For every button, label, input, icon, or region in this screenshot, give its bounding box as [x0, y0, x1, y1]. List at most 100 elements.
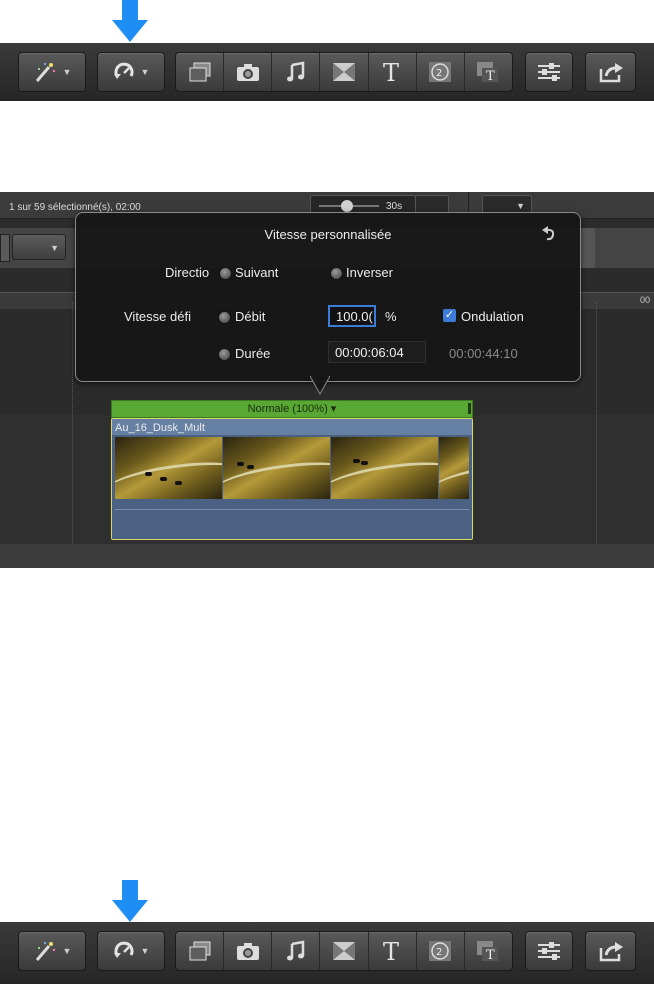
chevron-down-icon: ▼	[140, 67, 150, 77]
music-note-icon	[286, 940, 305, 961]
pointer-arrow-icon	[112, 0, 148, 42]
transitions-icon	[332, 63, 355, 81]
total-duration: 00:00:44:10	[449, 346, 518, 361]
popover-title: Vitesse personnalisée	[264, 227, 392, 242]
retime-button[interactable]: ▼	[97, 931, 165, 971]
pointer-arrow-icon	[112, 880, 148, 922]
clip-name: Au_16_Dusk_Mult	[115, 422, 205, 434]
svg-text:2: 2	[436, 947, 442, 958]
transitions-button[interactable]	[320, 53, 369, 91]
music-button[interactable]	[272, 932, 321, 970]
share-button[interactable]	[585, 931, 636, 971]
media-browser-group: T 2 T	[175, 931, 513, 971]
rate-field[interactable]: 100.0(	[328, 305, 376, 327]
forward-radio[interactable]	[219, 267, 232, 280]
photo-browser-icon	[189, 941, 211, 961]
camera-button[interactable]	[224, 932, 273, 970]
camera-button[interactable]	[224, 53, 273, 91]
svg-text:T: T	[383, 60, 399, 84]
retime-speedometer-icon	[113, 62, 134, 79]
duration-radio[interactable]	[218, 348, 231, 361]
clip-audio-line	[115, 509, 469, 510]
inspector-button[interactable]	[525, 52, 573, 92]
zoom-knob[interactable]	[341, 200, 353, 212]
duration-field[interactable]: 00:00:06:04	[328, 341, 426, 363]
speed-bar[interactable]: Normale (100%) ▾	[111, 400, 473, 418]
share-icon	[599, 942, 623, 962]
ripple-label: Ondulation	[461, 309, 524, 324]
speed-label: Vitesse défi	[124, 309, 191, 324]
text-title-icon: T	[383, 60, 399, 84]
enhancements-button[interactable]: ▼	[18, 52, 86, 92]
generators-button[interactable]: 2	[417, 932, 465, 970]
custom-speed-popover: Vitesse personnalisée Directio Suivant I…	[75, 212, 581, 382]
ripple-checkbox[interactable]: ✓	[443, 309, 456, 322]
append-button[interactable]: ▼	[12, 234, 66, 260]
photo-browser-icon	[189, 62, 211, 82]
theme-icon: T	[477, 941, 499, 962]
storyline-guide	[596, 302, 597, 552]
rate-label: Débit	[235, 309, 266, 324]
rate-unit: %	[385, 309, 397, 324]
svg-text:T: T	[486, 948, 495, 962]
themes-button[interactable]: T	[465, 932, 512, 970]
photo-browser-button[interactable]	[176, 932, 225, 970]
sliders-icon	[538, 63, 560, 81]
titles-button[interactable]: T	[369, 932, 417, 970]
svg-text:T: T	[486, 69, 495, 83]
media-browser-group: T 2 T	[175, 52, 513, 92]
duration-value: 00:00:06:04	[335, 344, 404, 360]
share-button[interactable]	[585, 52, 636, 92]
inspector-button[interactable]	[525, 931, 573, 971]
titles-button[interactable]: T	[369, 53, 417, 91]
forward-label: Suivant	[235, 265, 279, 280]
music-note-icon	[286, 61, 305, 82]
zoom-value: 30s	[386, 201, 403, 212]
video-clip[interactable]: Au_16_Dusk_Mult	[111, 418, 473, 540]
magic-wand-icon	[35, 941, 55, 961]
toolbar-bottom: ▼ ▼ T 2 T	[0, 922, 654, 984]
ruler-timecode: 00	[640, 295, 651, 305]
direction-label: Directio	[165, 265, 210, 280]
camera-icon	[236, 943, 259, 960]
reverse-radio[interactable]	[330, 267, 343, 280]
sliders-icon	[538, 942, 560, 960]
clip-thumbnail	[439, 437, 470, 499]
enhancements-button[interactable]: ▼	[18, 931, 86, 971]
tool-button-right[interactable]	[580, 228, 595, 268]
speed-handle[interactable]	[468, 403, 471, 414]
chevron-down-icon: ▼	[62, 946, 72, 956]
theme-icon: T	[477, 62, 499, 83]
toolbar-top: ▼ ▼ T 2 T	[0, 43, 654, 101]
timeline-footer	[0, 544, 654, 568]
chevron-down-icon: ▼	[62, 67, 72, 77]
retime-button[interactable]: ▼	[97, 52, 165, 92]
clip-thumbnail	[115, 437, 223, 499]
rate-value: 100.0(	[336, 308, 373, 324]
rate-radio[interactable]	[218, 311, 231, 324]
photo-browser-button[interactable]	[176, 53, 225, 91]
storyline-guide	[72, 302, 73, 552]
clip-filmstrip	[115, 437, 470, 499]
generator-icon: 2	[429, 941, 452, 961]
clip-thumbnail	[223, 437, 331, 499]
reset-icon[interactable]	[542, 225, 556, 241]
svg-text:2: 2	[436, 68, 442, 79]
popover-pointer	[310, 376, 330, 396]
camera-icon	[236, 64, 259, 81]
generator-icon: 2	[429, 62, 452, 82]
duration-label: Durée	[235, 346, 271, 361]
retime-speedometer-icon	[113, 941, 134, 958]
edit-mode-button[interactable]	[0, 234, 10, 262]
generators-button[interactable]: 2	[417, 53, 465, 91]
reverse-label: Inverser	[346, 265, 393, 280]
transitions-button[interactable]	[320, 932, 369, 970]
svg-text:T: T	[383, 939, 399, 963]
music-button[interactable]	[272, 53, 321, 91]
themes-button[interactable]: T	[465, 53, 512, 91]
magic-wand-icon	[35, 62, 55, 82]
transitions-icon	[332, 942, 355, 960]
speed-bar-label: Normale (100%) ▾	[247, 403, 337, 415]
text-title-icon: T	[383, 939, 399, 963]
share-icon	[599, 63, 623, 83]
